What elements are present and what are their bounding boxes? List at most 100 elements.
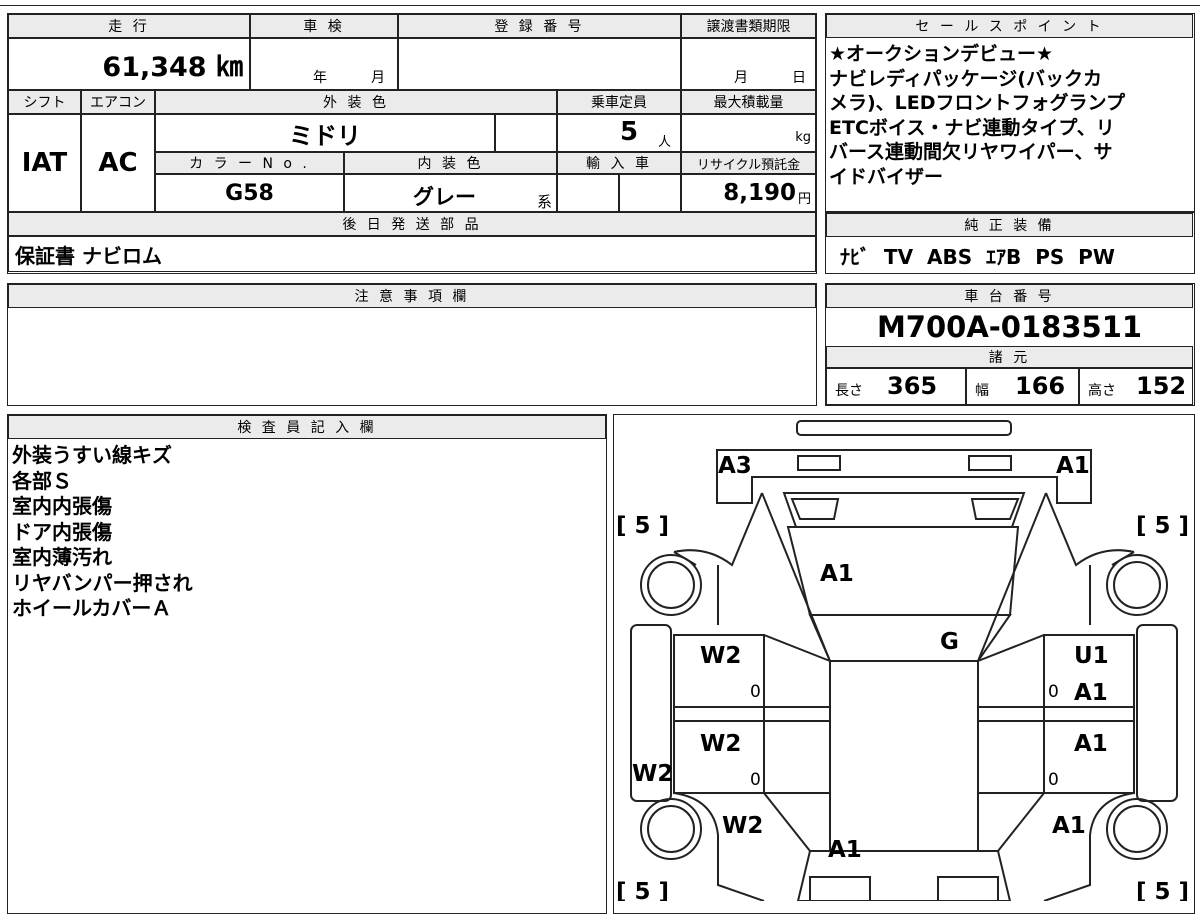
shaken-month-unit: 月	[371, 70, 385, 86]
sales-point-line: ナビレディパッケージ(バックカ	[829, 67, 1102, 90]
diagram-wheel-front-left	[640, 554, 702, 616]
chassis-value: M700A-0183511	[876, 310, 1143, 344]
recycle-value-cell: 8,190 円	[681, 174, 816, 212]
shaken-value-cell: 年 月	[250, 38, 398, 90]
shift-value: IAT	[21, 148, 68, 178]
interior-color-value-cell: グレー 系	[344, 174, 557, 212]
specs-header: 諸 元	[826, 346, 1193, 368]
inspector-line: 室内内張傷	[12, 494, 112, 518]
diagram-sill-right	[1136, 624, 1178, 802]
inspector-line: 外装うすい線キズ	[12, 443, 172, 467]
equipment-header: 純 正 装 備	[826, 213, 1193, 237]
capacity-unit: 人	[658, 135, 672, 150]
diagram-front-bar	[796, 420, 1012, 436]
interior-color-value: グレー	[413, 185, 476, 209]
max-load-header: 最大積載量	[681, 90, 816, 114]
inspector-text: 外装うすい線キズ 各部Ｓ 室内内張傷 ドア内張傷 室内薄汚れ リヤバンパー押され…	[12, 443, 193, 622]
aircon-value: AC	[98, 148, 138, 178]
mark-sill-left: W2	[632, 761, 673, 787]
recycle-header: リサイクル預託金	[681, 152, 816, 174]
sales-point-line: メラ)、LEDフロントフォグランプ	[829, 92, 1125, 114]
mark-zero-3: 0	[750, 770, 761, 790]
mark-windshield: G	[940, 629, 959, 655]
mark-door-rl: W2	[700, 731, 741, 757]
diagram-headlight-left	[797, 455, 841, 471]
mark-hood: A1	[820, 561, 854, 587]
mark-zero-4: 0	[1048, 770, 1059, 790]
mileage-value-cell: 61,348 ㎞	[8, 38, 250, 90]
color-no-value: G58	[225, 180, 274, 206]
car-diagram: A3 A1 [ 5 ] [ 5 ] [ 5 ] [ 5 ] A1 G W2 W2…	[616, 420, 1189, 901]
shift-value-cell: IAT	[8, 114, 81, 212]
inspector-line: リヤバンパー押され	[12, 570, 193, 595]
spec-width-value: 166	[1015, 372, 1066, 400]
recycle-unit: 円	[797, 191, 811, 207]
inspector-header: 検 査 員 記 入 欄	[8, 415, 606, 439]
sales-point-line: バース連動間欠リヤワイパー、サ	[829, 141, 1113, 163]
mark-tire-rl: [ 5 ]	[616, 879, 669, 901]
exterior-color-value: ミドリ	[289, 121, 361, 150]
import-value-cell-a	[557, 174, 619, 212]
mark-door-fr-1: U1	[1074, 643, 1109, 669]
capacity-value: 5	[620, 117, 639, 147]
equipment-value-cell: ﾅﾋﾞ TV ABS ｴｱB PS PW	[826, 237, 1193, 273]
shaken-year-unit: 年	[313, 70, 327, 86]
mark-tire-rr: [ 5 ]	[1136, 879, 1189, 901]
top-border-strip	[0, 0, 1200, 6]
color-no-value-cell: G58	[155, 174, 344, 212]
mark-zero-1: 0	[750, 682, 761, 702]
aircon-header: エアコン	[81, 90, 155, 114]
import-header: 輸 入 車	[557, 152, 681, 174]
spec-width-label: 幅	[975, 383, 989, 399]
sales-point-box: セ ー ル ス ポ イ ン ト ★オークションデビュー★ ナビレディパッケージ(…	[825, 13, 1195, 212]
chassis-header: 車 台 番 号	[826, 284, 1193, 308]
sales-point-line: イドバイザー	[829, 165, 944, 188]
exterior-color-header: 外 装 色	[155, 90, 557, 114]
exterior-color-value-cell: ミドリ	[155, 114, 495, 152]
spec-width-cell: 幅 166	[966, 368, 1079, 405]
registration-value-cell	[398, 38, 681, 90]
inspector-line: ホイールカバーＡ	[12, 596, 172, 620]
spec-length-cell: 長さ 365	[826, 368, 966, 405]
diagram-front-bumper	[716, 449, 1092, 504]
aircon-value-cell: AC	[81, 114, 155, 212]
diagram-wheel-front-right	[1106, 554, 1168, 616]
recycle-value: 8,190	[723, 180, 796, 206]
inspector-line: 各部Ｓ	[12, 468, 72, 493]
mark-tire-fr: [ 5 ]	[1136, 513, 1189, 539]
capacity-value-cell: 5 人	[557, 114, 681, 152]
diagram-roof	[829, 660, 979, 852]
color-no-header: カ ラ ー N o .	[155, 152, 344, 174]
vehicle-info-table: 走 行 車 検 登 録 番 号 譲渡書類期限 61,348 ㎞ 年 月 月 日 …	[7, 13, 817, 274]
inspector-box: 検 査 員 記 入 欄 外装うすい線キズ 各部Ｓ 室内内張傷 ドア内張傷 室内薄…	[7, 414, 607, 914]
mark-door-fr-2: A1	[1074, 680, 1108, 706]
chassis-value-cell: M700A-0183511	[826, 308, 1193, 346]
mark-tire-fl: [ 5 ]	[616, 513, 669, 539]
transfer-deadline-header: 譲渡書類期限	[681, 14, 816, 38]
transfer-day-unit: 日	[792, 70, 806, 86]
capacity-header: 乗車定員	[557, 90, 681, 114]
mark-quarter-left: W2	[722, 813, 763, 839]
later-parts-value-cell: 保証書 ナビロム	[8, 236, 816, 272]
mark-door-rr: A1	[1074, 731, 1108, 757]
transfer-month-unit: 月	[734, 70, 748, 86]
equipment-value: ﾅﾋﾞ TV ABS ｴｱB PS PW	[840, 244, 1115, 269]
spec-height-value: 152	[1136, 372, 1187, 400]
equipment-box: 純 正 装 備 ﾅﾋﾞ TV ABS ｴｱB PS PW	[825, 212, 1195, 274]
mileage-value: 61,348 ㎞	[102, 51, 243, 83]
max-load-unit: kg	[795, 130, 811, 145]
inspector-line: 室内薄汚れ	[12, 545, 112, 569]
transfer-deadline-value-cell: 月 日	[681, 38, 816, 90]
mark-rear: A1	[828, 837, 862, 863]
max-load-value-cell: kg	[681, 114, 816, 152]
diagram-wheel-rear-right	[1106, 798, 1168, 860]
interior-color-header: 内 装 色	[344, 152, 557, 174]
car-diagram-box: A3 A1 [ 5 ] [ 5 ] [ 5 ] [ 5 ] A1 G W2 W2…	[613, 414, 1195, 914]
spec-height-cell: 高さ 152	[1079, 368, 1193, 405]
chassis-box: 車 台 番 号 M700A-0183511 諸 元 長さ 365 幅 166 高…	[825, 283, 1195, 406]
exterior-color-extra-cell	[495, 114, 557, 152]
spec-length-value: 365	[887, 372, 938, 400]
registration-header: 登 録 番 号	[398, 14, 681, 38]
sales-point-text: ★オークションデビュー★ ナビレディパッケージ(バックカ メラ)、LEDフロント…	[829, 42, 1191, 189]
notes-box: 注 意 事 項 欄	[7, 283, 817, 406]
